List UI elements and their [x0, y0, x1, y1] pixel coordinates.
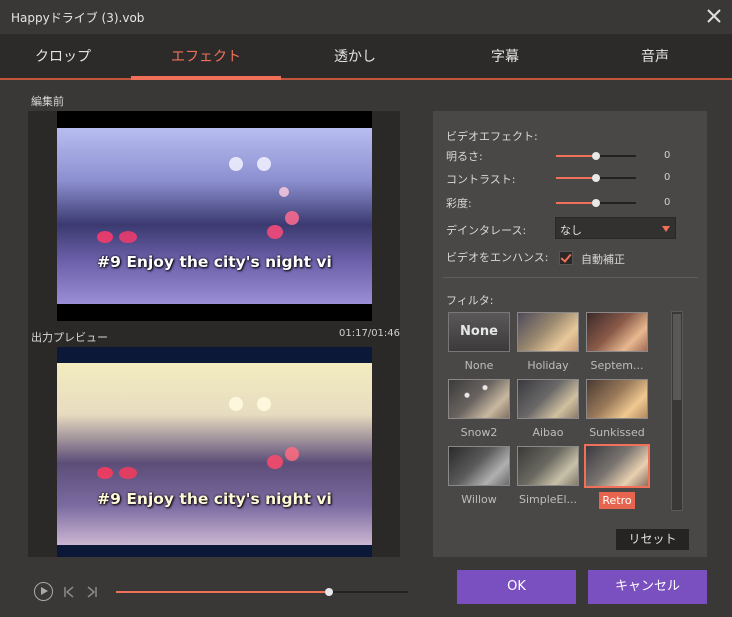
- bokeh-light: [97, 467, 113, 479]
- output-subtitle: #9 Enjoy the city's night vi: [97, 490, 332, 508]
- saturation-value: 0: [664, 197, 671, 208]
- play-icon: [41, 587, 48, 595]
- filter-scrollbar[interactable]: [671, 311, 683, 511]
- original-video: #9 Enjoy the city's night vi: [57, 111, 372, 321]
- next-frame-icon[interactable]: [86, 586, 98, 598]
- filter-thumb-snow2[interactable]: [448, 379, 510, 419]
- filter-thumb-sunkissed[interactable]: [586, 379, 648, 419]
- filter-label-sunkissed: Sunkissed: [589, 426, 645, 439]
- saturation-label: 彩度:: [446, 197, 472, 210]
- bokeh-light: [279, 187, 289, 197]
- bokeh-light: [119, 467, 137, 479]
- filter-thumb-retro[interactable]: [584, 444, 650, 488]
- filter-thumb-holiday[interactable]: [517, 312, 579, 352]
- tab-watermark[interactable]: 透かし: [280, 46, 430, 66]
- before-label: 編集前: [31, 95, 64, 108]
- video-effect-label: ビデオエフェクト:: [446, 130, 538, 143]
- tab-bar: クロップ エフェクト 透かし 字幕 音声: [0, 34, 732, 80]
- filter-label-none: None: [464, 359, 494, 372]
- filter-thumb-simpleelegant[interactable]: [517, 446, 579, 486]
- slider-fill: [556, 202, 594, 204]
- dropdown-arrow-icon: [662, 226, 670, 232]
- original-frame: [57, 128, 372, 304]
- bokeh-light: [267, 225, 283, 239]
- bokeh-light: [285, 447, 299, 461]
- title-bar: Happyドライブ (3).vob: [0, 0, 732, 34]
- checkmark-icon: [560, 251, 572, 263]
- bokeh-light: [119, 231, 137, 243]
- enhance-label: ビデオをエンハンス:: [446, 251, 549, 264]
- contrast-slider[interactable]: [556, 174, 636, 182]
- filter-label: フィルタ:: [446, 294, 494, 307]
- filter-thumb-aibao[interactable]: [517, 379, 579, 419]
- slider-fill: [556, 177, 594, 179]
- active-tab-indicator: [131, 76, 281, 80]
- filter-label-simpleelegant: SimpleEl...: [518, 493, 578, 506]
- contrast-value: 0: [664, 172, 671, 183]
- filter-label-willow: Willow: [461, 493, 497, 506]
- bokeh-light: [257, 397, 271, 411]
- filter-label-retro: Retro: [599, 492, 635, 509]
- close-icon[interactable]: [706, 7, 722, 25]
- filter-label-holiday: Holiday: [527, 359, 569, 372]
- previous-frame-icon[interactable]: [63, 586, 75, 598]
- timecode: 01:17/01:46: [339, 328, 401, 339]
- brightness-label: 明るさ:: [446, 150, 483, 163]
- tab-audio[interactable]: 音声: [580, 46, 730, 66]
- deinterlace-value: なし: [560, 224, 582, 237]
- tab-effect[interactable]: エフェクト: [131, 46, 281, 66]
- auto-correct-label: 自動補正: [581, 253, 625, 266]
- ok-button[interactable]: OK: [457, 570, 576, 604]
- auto-correct-checkbox[interactable]: [559, 251, 573, 265]
- bokeh-light: [97, 231, 113, 243]
- window-title: Happyドライブ (3).vob: [11, 11, 145, 25]
- deinterlace-label: デインタレース:: [446, 224, 527, 237]
- original-subtitle: #9 Enjoy the city's night vi: [97, 253, 332, 271]
- slider-handle[interactable]: [592, 199, 600, 207]
- brightness-slider[interactable]: [556, 152, 636, 160]
- tab-crop[interactable]: クロップ: [0, 46, 138, 66]
- filter-none-text: None: [460, 324, 498, 339]
- cancel-button[interactable]: キャンセル: [588, 570, 707, 604]
- filter-label-aibao: Aibao: [532, 426, 564, 439]
- saturation-slider[interactable]: [556, 199, 636, 207]
- slider-handle[interactable]: [592, 152, 600, 160]
- divider: [443, 277, 698, 278]
- output-video: #9 Enjoy the city's night vi: [57, 347, 372, 557]
- scrollbar-thumb[interactable]: [673, 314, 681, 400]
- slider-handle[interactable]: [592, 174, 600, 182]
- bokeh-light: [229, 397, 243, 411]
- reset-button[interactable]: リセット: [616, 529, 689, 550]
- slider-fill: [556, 155, 594, 157]
- contrast-label: コントラスト:: [446, 173, 516, 186]
- filter-label-september: Septem...: [590, 359, 644, 372]
- seek-bar[interactable]: [116, 588, 408, 596]
- bokeh-light: [257, 157, 271, 171]
- bokeh-light: [267, 455, 283, 469]
- bokeh-light: [229, 157, 243, 171]
- tab-subtitle[interactable]: 字幕: [430, 46, 580, 66]
- bokeh-light: [285, 211, 299, 225]
- brightness-value: 0: [664, 150, 671, 161]
- seek-progress: [116, 591, 329, 593]
- filter-thumb-september[interactable]: [586, 312, 648, 352]
- deinterlace-dropdown[interactable]: なし: [555, 217, 676, 239]
- output-preview-label: 出力プレビュー: [31, 331, 108, 344]
- filter-label-snow2: Snow2: [460, 426, 498, 439]
- seek-handle[interactable]: [325, 588, 333, 596]
- filter-thumb-willow[interactable]: [448, 446, 510, 486]
- filter-thumb-none[interactable]: None: [448, 312, 510, 352]
- output-frame: [57, 363, 372, 545]
- play-button[interactable]: [34, 582, 53, 601]
